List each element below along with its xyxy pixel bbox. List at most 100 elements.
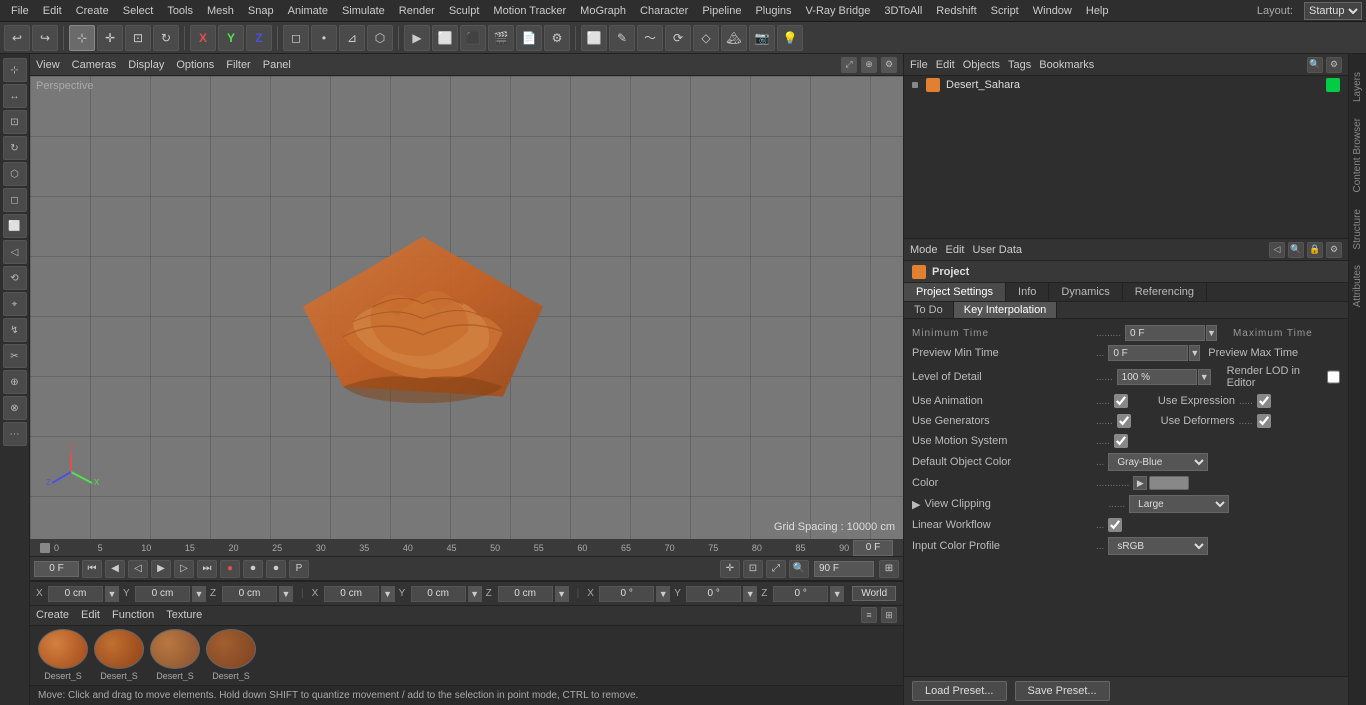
menu-script[interactable]: Script — [984, 3, 1026, 19]
deform-tool[interactable]: ⟳ — [665, 25, 691, 51]
mat-menu-edit[interactable]: Edit — [81, 609, 100, 621]
menu-plugins[interactable]: Plugins — [748, 3, 798, 19]
timeline-select[interactable]: ⊡ — [743, 560, 763, 578]
sidebar-btn-7[interactable]: ⬜ — [3, 214, 27, 238]
side-tab-attributes[interactable]: Attributes — [1350, 257, 1365, 315]
color-expand[interactable]: ▶ — [1133, 476, 1147, 490]
sidebar-btn-2[interactable]: ↔ — [3, 84, 27, 108]
use-expression-check[interactable] — [1257, 394, 1271, 408]
menu-animate[interactable]: Animate — [281, 3, 335, 19]
z-size-input[interactable] — [498, 586, 553, 602]
x-size-input[interactable] — [324, 586, 379, 602]
side-tab-layers[interactable]: Layers — [1350, 64, 1365, 110]
sidebar-btn-12[interactable]: ✂ — [3, 344, 27, 368]
tab-info[interactable]: Info — [1006, 283, 1049, 301]
menu-window[interactable]: Window — [1026, 3, 1079, 19]
key-all[interactable]: P — [289, 560, 309, 578]
default-color-select[interactable]: Gray-Blue — [1108, 453, 1208, 471]
next-key[interactable]: ⏭ — [197, 560, 217, 578]
tab-referencing[interactable]: Referencing — [1123, 283, 1207, 301]
menu-help[interactable]: Help — [1079, 3, 1116, 19]
attr-menu-userdata[interactable]: User Data — [973, 244, 1023, 256]
side-tab-structure[interactable]: Structure — [1350, 201, 1365, 258]
step-back[interactable]: ◀ — [105, 560, 125, 578]
timeline-move[interactable]: ✛ — [720, 560, 740, 578]
menu-render[interactable]: Render — [392, 3, 442, 19]
render-output[interactable]: 📄 — [516, 25, 542, 51]
timeline-zoom[interactable]: 🔍 — [789, 560, 809, 578]
terrain-tool[interactable]: 🏔 — [721, 25, 747, 51]
ob-menu-tags[interactable]: Tags — [1008, 59, 1031, 71]
axis-x[interactable]: X — [190, 25, 216, 51]
timeline-grid[interactable]: ⊞ — [879, 560, 899, 578]
menu-3dtoall[interactable]: 3DToAll — [877, 3, 929, 19]
sidebar-btn-8[interactable]: ◁ — [3, 240, 27, 264]
polygon-mode[interactable]: ⬡ — [367, 25, 393, 51]
tab-dynamics[interactable]: Dynamics — [1049, 283, 1122, 301]
pen-tool[interactable]: ✎ — [609, 25, 635, 51]
vp-menu-filter[interactable]: Filter — [226, 59, 250, 71]
render-region[interactable]: ⬜ — [432, 25, 458, 51]
use-motion-check[interactable] — [1114, 434, 1128, 448]
record-key[interactable]: ● — [220, 560, 240, 578]
lod-stepper[interactable]: ▼ — [1198, 369, 1211, 385]
side-tab-content-browser[interactable]: Content Browser — [1350, 110, 1365, 200]
z-size-stepper[interactable]: ▼ — [555, 586, 569, 602]
tab-project-settings[interactable]: Project Settings — [904, 283, 1006, 301]
linear-workflow-check[interactable] — [1108, 518, 1122, 532]
sidebar-btn-15[interactable]: ⋯ — [3, 422, 27, 446]
menu-mesh[interactable]: Mesh — [200, 3, 241, 19]
vp-icon-center[interactable]: ⊕ — [861, 57, 877, 73]
menu-select[interactable]: Select — [116, 3, 161, 19]
menu-mograph[interactable]: MoGraph — [573, 3, 633, 19]
x-size-stepper[interactable]: ▼ — [381, 586, 395, 602]
min-time-stepper[interactable]: ▼ — [1206, 325, 1217, 341]
sidebar-btn-1[interactable]: ⊹ — [3, 58, 27, 82]
z-pos-input[interactable] — [222, 586, 277, 602]
menu-motiontracker[interactable]: Motion Tracker — [486, 3, 573, 19]
ob-menu-edit[interactable]: Edit — [936, 59, 955, 71]
world-dropdown[interactable]: World — [852, 586, 896, 601]
y-size-input[interactable] — [411, 586, 466, 602]
scale-tool[interactable]: ⊡ — [125, 25, 151, 51]
menu-vraybridge[interactable]: V-Ray Bridge — [799, 3, 878, 19]
load-preset-button[interactable]: Load Preset... — [912, 681, 1007, 701]
redo-button[interactable]: ↪ — [32, 25, 58, 51]
render-all[interactable]: ⬛ — [460, 25, 486, 51]
material-item-4[interactable]: Desert_S — [206, 629, 256, 681]
ob-menu-bookmarks[interactable]: Bookmarks — [1039, 59, 1094, 71]
ob-icon-search[interactable]: 🔍 — [1307, 57, 1323, 73]
menu-snap[interactable]: Snap — [241, 3, 281, 19]
menu-character[interactable]: Character — [633, 3, 695, 19]
sub-tab-keyinterp[interactable]: Key Interpolation — [954, 302, 1058, 318]
current-frame-display[interactable]: 0 F — [853, 540, 893, 556]
vp-icon-settings[interactable]: ⚙ — [881, 57, 897, 73]
move-tool[interactable]: ✛ — [97, 25, 123, 51]
menu-simulate[interactable]: Simulate — [335, 3, 392, 19]
input-color-select[interactable]: sRGB — [1108, 537, 1208, 555]
render-lod-check[interactable] — [1327, 370, 1340, 384]
attr-icon-settings[interactable]: ⚙ — [1326, 242, 1342, 258]
material-item-3[interactable]: Desert_S — [150, 629, 200, 681]
obj-color-swatch[interactable] — [1326, 78, 1340, 92]
sidebar-btn-9[interactable]: ⟲ — [3, 266, 27, 290]
mat-icon-2[interactable]: ⊞ — [881, 607, 897, 623]
material-item-2[interactable]: Desert_S — [94, 629, 144, 681]
play-back[interactable]: ◁ — [128, 560, 148, 578]
sidebar-btn-6[interactable]: ◻ — [3, 188, 27, 212]
prev-key[interactable]: ⏮ — [82, 560, 102, 578]
z-pos-stepper[interactable]: ▼ — [279, 586, 293, 602]
sidebar-btn-10[interactable]: ⌖ — [3, 292, 27, 316]
sidebar-btn-5[interactable]: ⬡ — [3, 162, 27, 186]
min-time-input[interactable] — [1125, 325, 1205, 341]
menu-tools[interactable]: Tools — [160, 3, 200, 19]
sidebar-btn-4[interactable]: ↻ — [3, 136, 27, 160]
x-rot-stepper[interactable]: ▼ — [656, 586, 670, 602]
axis-y[interactable]: Y — [218, 25, 244, 51]
select-tool[interactable]: ⊹ — [69, 25, 95, 51]
play-fwd[interactable]: ▶ — [151, 560, 171, 578]
render-anim[interactable]: 🎬 — [488, 25, 514, 51]
attr-menu-mode[interactable]: Mode — [910, 244, 938, 256]
axis-z[interactable]: Z — [246, 25, 272, 51]
use-animation-check[interactable] — [1114, 394, 1128, 408]
